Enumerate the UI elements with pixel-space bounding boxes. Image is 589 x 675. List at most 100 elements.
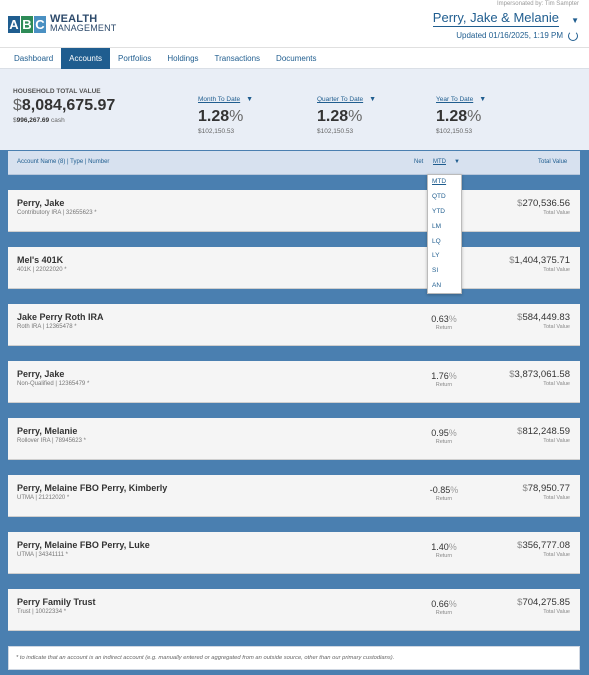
- period-dropdown-menu: MTD QTD YTD LM LQ LY SI AN: [427, 174, 462, 294]
- return-value: 0.63: [431, 314, 449, 324]
- account-name[interactable]: Perry, Jake: [17, 198, 64, 208]
- tab-documents[interactable]: Documents: [268, 48, 324, 70]
- tab-accounts[interactable]: Accounts: [61, 48, 111, 70]
- return-value: 0.95: [431, 428, 449, 438]
- chevron-down-icon[interactable]: ▼: [454, 159, 460, 165]
- col-period-selector[interactable]: MTD: [433, 159, 446, 165]
- chevron-down-icon[interactable]: ▼: [246, 96, 253, 103]
- account-card[interactable]: Jake Perry Roth IRA Roth IRA | 12365478 …: [8, 304, 580, 346]
- period-mtd-label[interactable]: Month To Date: [198, 96, 240, 103]
- account-name[interactable]: Perry Family Trust: [17, 597, 96, 607]
- total-amount: 584,449.83: [522, 312, 570, 323]
- account-card[interactable]: Perry, Melaine FBO Perry, Luke UTMA | 34…: [8, 532, 580, 574]
- pct-value: 1.28: [436, 108, 468, 125]
- col-separator: |: [67, 159, 69, 165]
- account-card[interactable]: Perry, Melaine FBO Perry, Kimberly UTMA …: [8, 475, 580, 517]
- period-mtd-pct: 1.28%: [198, 108, 253, 126]
- account-card[interactable]: Perry, Jake Contributory IRA | 32655623 …: [8, 190, 580, 232]
- account-return: -0.85% Return: [424, 485, 464, 502]
- col-type[interactable]: Type: [70, 159, 83, 165]
- return-label: Return: [435, 496, 453, 502]
- total-value-label: Total Value: [543, 267, 570, 273]
- dropdown-option-lq[interactable]: LQ: [428, 235, 461, 250]
- return-unit: %: [448, 542, 457, 552]
- app-header: A B C WEALTH MANAGEMENT Impersonated by:…: [0, 0, 589, 47]
- dropdown-option-qtd[interactable]: QTD: [428, 190, 461, 205]
- indirect-account-footnote: * to indicate that an account is an indi…: [8, 646, 580, 670]
- col-number[interactable]: Number: [88, 159, 109, 165]
- account-name[interactable]: Jake Perry Roth IRA: [17, 312, 104, 322]
- account-total-value: $584,449.83 Total Value: [517, 312, 570, 330]
- logo[interactable]: A B C WEALTH MANAGEMENT: [8, 14, 117, 33]
- household-total: HOUSEHOLD TOTAL VALUE $8,084,675.97 $996…: [13, 88, 115, 124]
- period-ytd-amount: $102,150.53: [436, 128, 473, 135]
- pct-value: 1.28: [317, 108, 349, 125]
- account-type-number: UTMA | 34341111 *: [17, 552, 68, 558]
- period-ytd-pct: 1.28%: [436, 108, 486, 126]
- account-total-value: $78,950.77 Total Value: [522, 483, 570, 501]
- household-summary: HOUSEHOLD TOTAL VALUE $8,084,675.97 $996…: [0, 69, 589, 150]
- account-return: 0.63% Return: [424, 314, 464, 331]
- dropdown-option-an[interactable]: AN: [428, 279, 461, 294]
- account-return: 1.40% Return: [424, 542, 464, 559]
- return-unit: %: [448, 599, 457, 609]
- tab-holdings[interactable]: Holdings: [159, 48, 206, 70]
- return-value: 1.76: [431, 371, 449, 381]
- client-selector[interactable]: Perry, Jake & Melanie: [432, 10, 559, 27]
- updated-timestamp: Updated 01/16/2025, 1:19 PM: [456, 31, 563, 40]
- account-card[interactable]: Mel's 401K 401K | 22022020 * $1,404,375.…: [8, 247, 580, 289]
- tab-portfolios[interactable]: Portfolios: [110, 48, 159, 70]
- account-card[interactable]: Perry Family Trust Trust | 10022334 * 0.…: [8, 589, 580, 631]
- return-label: Return: [435, 553, 453, 559]
- return-unit: %: [448, 371, 457, 381]
- tab-transactions[interactable]: Transactions: [207, 48, 269, 70]
- col-total-value[interactable]: Total Value: [538, 159, 567, 165]
- chevron-down-icon[interactable]: ▼: [571, 16, 579, 25]
- logo-letter-b: B: [21, 15, 33, 33]
- account-type-number: 401K | 22022020 *: [17, 267, 67, 273]
- total-amount: 78,950.77: [527, 483, 570, 494]
- refresh-icon[interactable]: [568, 31, 578, 41]
- period-qtd-label[interactable]: Quarter To Date: [317, 96, 363, 103]
- cash-value: $996,267.69 cash: [13, 117, 115, 124]
- return-unit: %: [448, 428, 457, 438]
- chevron-down-icon[interactable]: ▼: [369, 96, 376, 103]
- account-card[interactable]: Perry, Melanie Rollover IRA | 78945623 *…: [8, 418, 580, 460]
- account-name[interactable]: Perry, Melaine FBO Perry, Luke: [17, 540, 150, 550]
- tab-dashboard[interactable]: Dashboard: [6, 48, 61, 70]
- total-value-label: Total Value: [543, 210, 570, 216]
- return-label: Return: [435, 325, 453, 331]
- account-type-number: UTMA | 21212020 *: [17, 495, 70, 501]
- col-account-name[interactable]: Account Name (8): [17, 159, 65, 165]
- account-name[interactable]: Perry, Melaine FBO Perry, Kimberly: [17, 483, 167, 493]
- period-ytd-label[interactable]: Year To Date: [436, 96, 473, 103]
- account-name[interactable]: Perry, Jake: [17, 369, 64, 379]
- account-total-value: $3,873,061.58 Total Value: [509, 369, 570, 387]
- account-name[interactable]: Perry, Melanie: [17, 426, 77, 436]
- household-total-value: $8,084,675.97: [13, 97, 115, 115]
- dropdown-option-ytd[interactable]: YTD: [428, 205, 461, 220]
- chevron-down-icon[interactable]: ▼: [479, 96, 486, 103]
- currency-symbol: $: [13, 97, 22, 114]
- dropdown-option-mtd[interactable]: MTD: [428, 175, 461, 190]
- period-ytd: Year To Date ▼ 1.28% $102,150.53: [436, 88, 486, 135]
- account-total-value: $356,777.08 Total Value: [517, 540, 570, 558]
- dropdown-option-si[interactable]: SI: [428, 264, 461, 279]
- period-mtd: Month To Date ▼ 1.28% $102,150.53: [198, 88, 253, 135]
- dropdown-option-ly[interactable]: LY: [428, 249, 461, 264]
- total-amount: 812,248.59: [522, 426, 570, 437]
- account-type-number: Rollover IRA | 78945623 *: [17, 438, 86, 444]
- total-value-label: Total Value: [543, 495, 570, 501]
- logo-letter-c: C: [34, 15, 46, 33]
- total-value-label: Total Value: [543, 552, 570, 558]
- account-type-number: Contributory IRA | 32655623 *: [17, 210, 97, 216]
- account-type-number: Trust | 10022334 *: [17, 609, 67, 615]
- dropdown-option-lm[interactable]: LM: [428, 220, 461, 235]
- account-name[interactable]: Mel's 401K: [17, 255, 63, 265]
- return-value: -0.85: [429, 485, 451, 495]
- return-value: 0.66: [431, 599, 449, 609]
- pct-value: 1.28: [198, 108, 230, 125]
- account-card[interactable]: Perry, Jake Non-Qualified | 12365479 * 1…: [8, 361, 580, 403]
- total-value-label: Total Value: [543, 438, 570, 444]
- total-amount: 270,536.56: [522, 198, 570, 209]
